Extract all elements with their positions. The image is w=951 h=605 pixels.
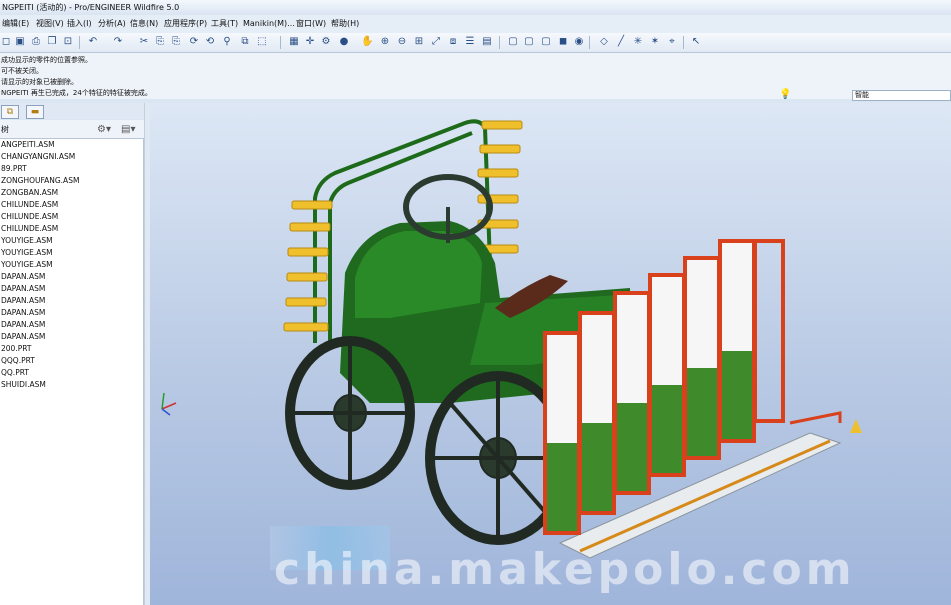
refit-icon[interactable]: ⊞ [413,36,425,48]
navigator-tabs: ⧉ ▬ [0,103,150,119]
tree-item[interactable]: 89.PRT [1,163,27,175]
layers-icon[interactable]: ☰ [464,36,476,48]
tree-item[interactable]: QQ.PRT [1,367,29,379]
zoom-pan-icon[interactable]: ✋ [361,36,373,48]
menu-edit[interactable]: 编辑(E) [2,15,29,33]
find-icon[interactable]: ⚲ [221,36,233,48]
menu-tools[interactable]: 工具(T) [211,15,238,33]
selection-filter-value: 智能 [855,91,869,99]
tree-item[interactable]: YOUYIGE.ASM [1,247,53,259]
spin-center-icon[interactable]: ✛ [304,36,316,48]
message-line: 请显示的对象已被删除。 [1,78,78,86]
message-line: 成功显示的零件的位置参照。 [1,56,92,64]
model-tree-header: 树 ⚙▾ ▤▾ [0,120,144,139]
toolbar-separator [589,36,590,49]
toolbar-separator [499,36,500,49]
menu-insert[interactable]: 插入(I) [67,15,92,33]
tree-item[interactable]: 200.PRT [1,343,31,355]
tree-show-icon[interactable]: ▤▾ [121,120,135,139]
lightbulb-icon[interactable]: 💡 [779,89,791,100]
watermark: china.makepolo.com [274,544,856,595]
toolbar-separator [683,36,684,49]
tree-item[interactable]: CHILUNDE.ASM [1,199,58,211]
enhanced-realism-icon[interactable]: ◉ [573,36,585,48]
menu-help[interactable]: 帮助(H) [331,15,359,33]
window-title: NGPEITI (活动的) - Pro/ENGINEER Wildfire 5.… [2,3,180,12]
model-tree: ANGPEITI.ASM CHANGYANGNI.ASM 89.PRT ZONG… [0,139,144,605]
main-toolbar: ◻ ▣ ⎙ ❐ ⊡ ↶ ↷ ✂ ⎘ ⎘ ⟳ ⟲ ⚲ ⧉ ⬚ ▦ ✛ ⚙ ● ✋ … [0,33,951,53]
tree-item[interactable]: CHANGYANGNI.ASM [1,151,75,163]
annotation-icon[interactable]: ⌖ [666,36,678,48]
no-hidden-icon[interactable]: ▢ [540,36,552,48]
tree-item[interactable]: DAPAN.ASM [1,307,45,319]
message-line: 可不被关闭。 [1,67,43,75]
datum-points-icon[interactable]: ✳ [632,36,644,48]
menu-manikin[interactable]: Manikin(M)... [243,15,295,33]
tree-settings-icon[interactable]: ⚙▾ [97,120,111,139]
repaint-icon[interactable]: ▦ [288,36,300,48]
rear-wheel-left [285,336,415,490]
tree-item[interactable]: SHUIDI.ASM [1,379,46,391]
wireframe-icon[interactable]: ▢ [507,36,519,48]
new-icon[interactable]: ◻ [0,36,12,48]
message-line: NGPEITI 再生已完成，24个特征的特征被完成。 [1,89,152,97]
datum-planes-icon[interactable]: ◇ [598,36,610,48]
toolbar-separator [280,36,281,49]
view-manager-icon[interactable]: ▤ [481,36,493,48]
menu-applications[interactable]: 应用程序(P) [164,15,207,33]
orient-mode-icon[interactable]: ⚙ [320,36,332,48]
saved-views-icon[interactable]: ⧈ [447,36,459,48]
shading-icon[interactable]: ◼ [557,36,569,48]
cut-icon[interactable]: ✂ [138,36,150,48]
tree-item[interactable]: ZONGHOUFANG.ASM [1,175,79,187]
reorient-icon[interactable]: ⤢ [430,36,442,48]
save-icon[interactable]: ▣ [14,36,26,48]
copy-icon[interactable]: ❐ [46,36,58,48]
print-icon[interactable]: ⎙ [30,36,42,48]
tab-model-tree[interactable]: ⧉ [1,105,19,119]
menu-view[interactable]: 视图(V) [36,15,64,33]
tree-item[interactable]: ANGPEITI.ASM [1,139,55,151]
tree-item[interactable]: DAPAN.ASM [1,271,45,283]
zoom-out-icon[interactable]: ⊖ [396,36,408,48]
context-help-icon[interactable]: ↖ [690,36,702,48]
regen-manager-icon[interactable]: ⟲ [204,36,216,48]
toolbar-separator [79,36,80,49]
close-window-icon[interactable]: ⊡ [62,36,74,48]
menu-info[interactable]: 信息(N) [130,15,158,33]
redo-icon[interactable]: ↷ [112,36,124,48]
model-tree-icon: ⧉ [6,107,14,117]
selection-filter[interactable]: 智能 [852,90,951,101]
binoculars-icon[interactable]: ⧉ [239,36,251,48]
tree-item[interactable]: DAPAN.ASM [1,295,45,307]
tree-item[interactable]: YOUYIGE.ASM [1,235,53,247]
datum-axes-icon[interactable]: ╱ [615,36,627,48]
hidden-line-icon[interactable]: ▢ [523,36,535,48]
paste-special-icon[interactable]: ⎘ [170,36,182,48]
menu-window[interactable]: 窗口(W) [296,15,326,33]
tree-item[interactable]: CHILUNDE.ASM [1,223,58,235]
tree-item[interactable]: DAPAN.ASM [1,331,45,343]
zoom-in-icon[interactable]: ⊕ [379,36,391,48]
folder-icon: ▬ [30,107,40,117]
model-tree-title: 树 [1,125,9,134]
tree-item[interactable]: DAPAN.ASM [1,283,45,295]
coordinate-triad-icon [161,392,177,416]
appearance-icon[interactable]: ● [338,36,350,48]
menu-bar: 编辑(E) 视图(V) 插入(I) 分析(A) 信息(N) 应用程序(P) 工具… [0,15,951,33]
tree-item[interactable]: DAPAN.ASM [1,319,45,331]
menu-analysis[interactable]: 分析(A) [98,15,126,33]
message-area: 成功显示的零件的位置参照。 可不被关闭。 请显示的对象已被删除。 NGPEITI… [0,53,951,99]
undo-icon[interactable]: ↶ [87,36,99,48]
tree-item[interactable]: ZONGBAN.ASM [1,187,58,199]
regenerate-icon[interactable]: ⟳ [188,36,200,48]
tree-item[interactable]: CHILUNDE.ASM [1,211,58,223]
tab-folder-browser[interactable]: ▬ [26,105,44,119]
window-title-bar: NGPEITI (活动的) - Pro/ENGINEER Wildfire 5.… [0,0,951,15]
paste-icon[interactable]: ⎘ [154,36,166,48]
select-box-icon[interactable]: ⬚ [256,36,268,48]
tree-item[interactable]: QQQ.PRT [1,355,35,367]
coord-sys-icon[interactable]: ✶ [649,36,661,48]
tree-item[interactable]: YOUYIGE.ASM [1,259,53,271]
